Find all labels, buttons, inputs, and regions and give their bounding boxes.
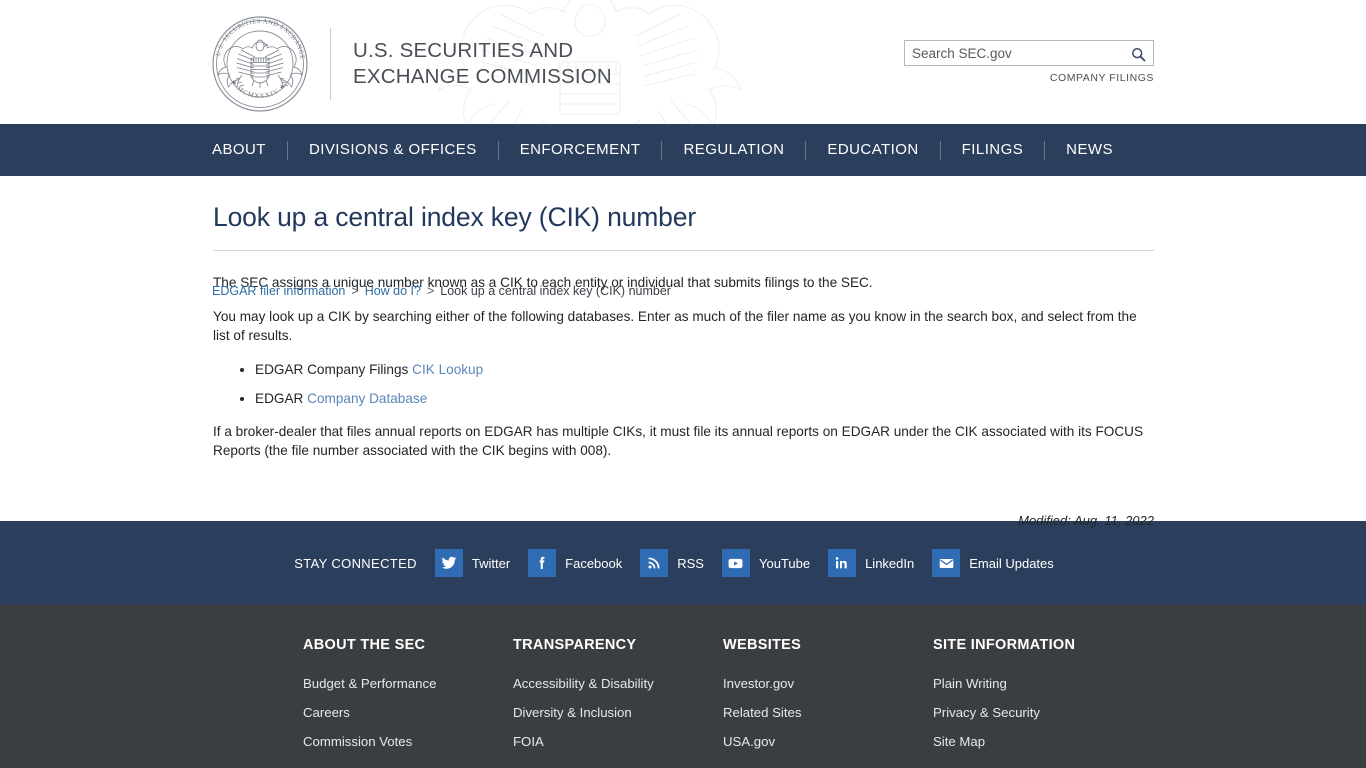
twitter-icon	[434, 549, 463, 577]
facebook-icon	[528, 549, 557, 577]
footer-heading: WEBSITES	[723, 637, 802, 653]
nav-item-news[interactable]: NEWS	[1045, 124, 1134, 176]
company-filings-link[interactable]: COMPANY FILINGS	[904, 72, 1154, 84]
footer-column-transparency: TRANSPARENCY Accessibility & Disability Di…	[513, 637, 723, 763]
footer-link-commission-votes[interactable]: Commission Votes	[303, 734, 513, 749]
nav-item-filings[interactable]: FILINGS	[941, 124, 1045, 176]
search-box[interactable]	[904, 40, 1154, 66]
modified-date: Modified: Aug. 11, 2022	[1018, 512, 1154, 528]
social-link-rss[interactable]: RSS	[640, 549, 704, 577]
social-label: LinkedIn	[865, 555, 915, 571]
rss-icon	[640, 549, 669, 577]
list-item: EDGAR Company Database	[255, 389, 1154, 408]
social-links-container: STAY CONNECTED Twitter Facebook RSS YouTube…	[294, 549, 1072, 577]
footer-link-usa-gov[interactable]: USA.gov	[723, 734, 933, 749]
search-input[interactable]	[905, 41, 1115, 65]
main-navigation: ABOUT DIVISIONS & OFFICES ENFORCEMENT REGUL…	[0, 124, 1366, 298]
nav-item-about[interactable]: ABOUT	[212, 124, 287, 176]
breadcrumb: EDGAR filer information > How do I? > Look u…	[212, 284, 671, 298]
page-title: Look up a central index key (CIK) number	[213, 202, 697, 232]
footer-column-websites: WEBSITES Investor.gov Related Sites USA.gov	[723, 637, 933, 763]
sec-seal-logo: U.S. SECURITIES AND EXCHANGE COMMISSION …	[208, 12, 308, 112]
social-link-email-updates[interactable]: Email Updates	[932, 549, 1054, 577]
footer-link-related-sites[interactable]: Related Sites	[723, 705, 933, 720]
footer-link-plain-writing[interactable]: Plain Writing	[933, 676, 1143, 691]
list-item-link-2[interactable]: Company Database	[307, 391, 427, 406]
footer-link-diversity-inclusion[interactable]: Diversity & Inclusion	[513, 705, 723, 720]
site-footer: ABOUT THE SEC Budget & Performance Careers…	[0, 605, 1366, 768]
database-list: EDGAR Company Filings CIK LookupEDGAR Co…	[213, 360, 1154, 408]
social-link-linkedin[interactable]: LinkedIn	[828, 549, 914, 577]
search-icon	[1131, 47, 1145, 61]
site-header: U.S. SECURITIES AND EXCHANGE COMMISSION …	[0, 0, 1366, 124]
footer-link-budget-performance[interactable]: Budget & Performance	[303, 676, 513, 691]
nav-item-regulation[interactable]: REGULATION	[662, 124, 805, 176]
footer-columns: ABOUT THE SEC Budget & Performance Careers…	[303, 637, 1244, 763]
envelope-icon	[932, 549, 961, 577]
social-link-facebook[interactable]: Facebook	[528, 549, 622, 577]
social-link-twitter[interactable]: Twitter	[434, 549, 511, 577]
broker-dealer-paragraph: If a broker-dealer that files annual rep…	[213, 423, 1144, 459]
site-brand[interactable]: U.S. SECURITIES AND EXCHANGE COMMISSION …	[208, 12, 612, 116]
list-item-text: EDGAR	[255, 390, 308, 406]
footer-link-foia[interactable]: FOIA	[513, 734, 723, 749]
linkedin-icon	[828, 549, 857, 577]
list-item: EDGAR Company Filings CIK Lookup	[255, 360, 1154, 379]
header-search-area: COMPANY FILINGS	[904, 40, 1154, 84]
social-label: Email Updates	[969, 555, 1054, 571]
social-label: Facebook	[565, 555, 623, 571]
stay-connected-bar: STAY CONNECTED Twitter Facebook RSS YouTube…	[0, 521, 1366, 605]
footer-link-accessibility-disability[interactable]: Accessibility & Disability	[513, 676, 723, 691]
footer-link-careers[interactable]: Careers	[303, 705, 513, 720]
list-item-link-1[interactable]: CIK Lookup	[412, 362, 483, 377]
brand-divider	[330, 28, 331, 100]
social-label: RSS	[677, 555, 704, 571]
social-link-youtube[interactable]: YouTube	[721, 549, 811, 577]
footer-column-site-information: SITE INFORMATION Plain Writing Privacy & S…	[933, 637, 1143, 763]
agency-name-line1: U.S. SECURITIES AND	[353, 39, 574, 62]
footer-heading: SITE INFORMATION	[933, 637, 1076, 653]
social-label: YouTube	[758, 555, 811, 571]
agency-name: U.S. SECURITIES AND EXCHANGE COMMISSION	[353, 38, 612, 90]
search-button[interactable]	[1127, 43, 1149, 65]
footer-link-privacy-security[interactable]: Privacy & Security	[933, 705, 1143, 720]
footer-heading: ABOUT THE SEC	[303, 637, 426, 653]
breadcrumb-item-3: Look up a central index key (CIK) number	[440, 284, 671, 298]
instructions-paragraph: You may look up a CIK by searching eithe…	[213, 308, 1137, 344]
breadcrumb-item-2[interactable]: How do I?	[365, 284, 421, 298]
breadcrumb-item-1[interactable]: EDGAR filer information	[212, 284, 345, 298]
main-content: Look up a central index key (CIK) number…	[0, 176, 1366, 528]
youtube-icon	[721, 549, 750, 577]
footer-column-about-the-sec: ABOUT THE SEC Budget & Performance Careers…	[303, 637, 513, 763]
footer-heading: TRANSPARENCY	[513, 637, 637, 653]
social-label: Twitter	[471, 555, 511, 571]
list-item-text: EDGAR Company Filings	[255, 361, 413, 377]
footer-link-site-map[interactable]: Site Map	[933, 734, 1143, 749]
nav-items-container: ABOUT DIVISIONS & OFFICES ENFORCEMENT REGUL…	[212, 124, 1134, 176]
title-divider	[213, 250, 1154, 251]
footer-link-investor-gov[interactable]: Investor.gov	[723, 676, 933, 691]
breadcrumb-separator: >	[351, 284, 359, 298]
nav-item-education[interactable]: EDUCATION	[806, 124, 939, 176]
breadcrumb-separator: >	[426, 284, 435, 298]
nav-item-divisions-offices[interactable]: DIVISIONS & OFFICES	[288, 124, 498, 176]
nav-item-enforcement[interactable]: ENFORCEMENT	[499, 124, 662, 176]
agency-name-line2: EXCHANGE COMMISSION	[353, 65, 612, 88]
stay-connected-label: STAY CONNECTED	[294, 555, 417, 571]
